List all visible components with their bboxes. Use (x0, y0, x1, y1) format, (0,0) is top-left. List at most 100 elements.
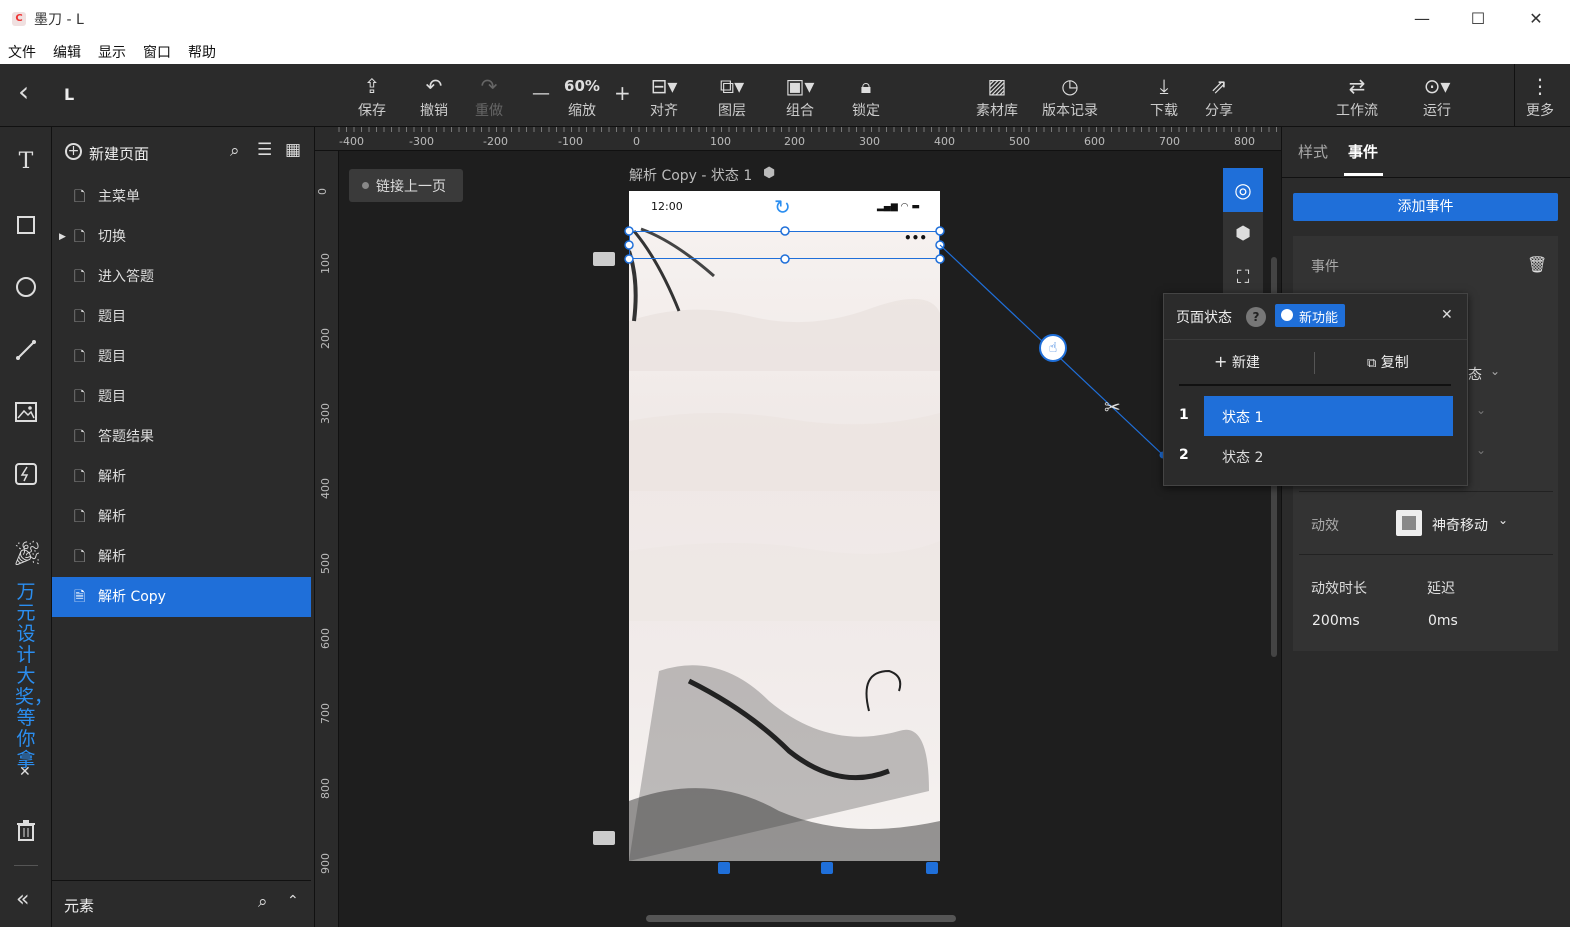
chevron-down-icon[interactable]: ⌄ (1476, 443, 1486, 457)
tab-event[interactable]: 事件 (1348, 141, 1378, 162)
horizontal-scrollbar[interactable] (646, 915, 956, 922)
expand-arrow-icon[interactable]: ▶ (59, 217, 66, 257)
animation-label: 动效 (1311, 518, 1339, 534)
rectangle-tool-icon[interactable] (12, 211, 40, 239)
chevron-down-icon[interactable]: ⌄ (1498, 513, 1508, 527)
page-item-active[interactable]: 🗎︎ 解析 Copy (52, 577, 311, 617)
redo-button[interactable]: ↷ 重做 (469, 64, 509, 127)
image-tool-icon[interactable] (12, 398, 40, 426)
page-state-popup: 页面状态 ? 新功能 ✕ + 新建 ⧉ 复制 1 状态 1 2 状态 2 (1163, 293, 1468, 486)
page-item[interactable]: 🗋︎ 进入答题 (52, 257, 311, 297)
page-icon: 🗋︎ (74, 189, 86, 205)
page-item[interactable]: 🗋︎ 题目 (52, 377, 311, 417)
state-index: 1 (1179, 407, 1189, 423)
undo-button[interactable]: ↶ 撤销 (414, 64, 454, 127)
state-index: 2 (1179, 447, 1189, 463)
duration-label: 动效时长 (1311, 581, 1367, 597)
chevron-up-icon[interactable]: ⌃ (287, 893, 299, 909)
page-icon: 🗋︎ (74, 309, 86, 325)
menu-help[interactable]: 帮助 (188, 42, 216, 62)
help-icon[interactable]: ? (1246, 307, 1266, 327)
text-tool-icon[interactable]: T (12, 148, 40, 176)
search-icon[interactable]: ⌕ (258, 892, 268, 912)
state-select-label[interactable]: 态 (1468, 364, 1482, 384)
zoom-control[interactable]: 60% 缩放 (560, 64, 604, 127)
delete-event-icon[interactable]: 🗑︎ (1527, 255, 1547, 274)
tab-style[interactable]: 样式 (1298, 141, 1328, 162)
chevron-down-icon[interactable]: ⌄ (1490, 364, 1500, 378)
lock-button[interactable]: 🔒︎ 锁定 (846, 64, 886, 127)
menu-bar: 文件 编辑 显示 窗口 帮助 (0, 38, 1570, 64)
run-button[interactable]: ⊙▾ 运行 (1417, 64, 1457, 127)
grid-view-icon[interactable]: ▦ (285, 140, 301, 160)
page-item[interactable]: 🗋︎ 解析 (52, 537, 311, 577)
party-popper-icon[interactable]: 🎉︎ (12, 539, 42, 567)
promo-close-icon[interactable]: ✕ (19, 764, 31, 780)
save-button[interactable]: ⇪ 保存 (352, 64, 392, 127)
animation-select[interactable]: 神奇移动 (1432, 515, 1488, 535)
tap-interaction-icon[interactable]: ☝︎ (1039, 334, 1067, 362)
more-button[interactable]: ⋮ 更多 (1522, 64, 1558, 127)
layers-button[interactable]: ⧉▾ 图层 (711, 64, 753, 127)
minimize-button[interactable]: — (1402, 6, 1442, 32)
group-button[interactable]: ▣▾ 组合 (779, 64, 821, 127)
collapse-panel-button[interactable]: « (16, 887, 29, 912)
history-button[interactable]: ◷ 版本记录 (1039, 64, 1101, 127)
search-icon[interactable]: ⌕ (230, 141, 240, 161)
target-icon[interactable]: ◎ (1223, 168, 1263, 212)
add-event-button[interactable]: 添加事件 (1293, 193, 1558, 221)
line-tool-icon[interactable] (12, 336, 40, 364)
share-button[interactable]: ⇗ 分享 (1201, 64, 1237, 127)
trash-icon[interactable] (12, 816, 40, 844)
delay-input[interactable]: 0ms (1428, 613, 1458, 629)
page-item[interactable]: 🗋︎ 解析 (52, 497, 311, 537)
copy-state-button[interactable]: ⧉ 复制 (1367, 352, 1409, 374)
list-view-icon[interactable]: ☰ (257, 140, 272, 160)
close-window-button[interactable]: ✕ (1516, 6, 1556, 32)
cube-icon[interactable]: ⬢ (1223, 212, 1263, 256)
menu-edit[interactable]: 编辑 (53, 42, 81, 62)
new-page-button[interactable]: 新建页面 (89, 143, 149, 164)
scissors-icon[interactable]: ✂︎ (1104, 395, 1121, 419)
workflow-button[interactable]: ⇄ 工作流 (1333, 64, 1381, 127)
download-button[interactable]: ⤓ 下载 (1146, 64, 1182, 127)
interaction-tool-icon[interactable] (12, 460, 40, 488)
image-library-icon: ▨ (987, 74, 1007, 98)
zoom-out-button[interactable]: — (532, 83, 550, 104)
align-button[interactable]: ⊟▾ 对齐 (643, 64, 685, 127)
new-state-button[interactable]: + 新建 (1214, 352, 1260, 374)
chevron-down-icon[interactable]: ⌄ (1476, 403, 1486, 417)
note-tag-icon[interactable] (593, 831, 615, 845)
page-item[interactable]: 🗋︎ 答题结果 (52, 417, 311, 457)
promo-banner[interactable]: 万元设计大奖，等你拿 (15, 582, 53, 771)
design-canvas[interactable]: -400 -300 -200 -100 0 100 200 300 400 50… (315, 127, 1281, 927)
lightning-icon[interactable] (718, 862, 730, 874)
page-item[interactable]: 🗋︎ 主菜单 (52, 177, 311, 217)
popup-close-icon[interactable]: ✕ (1441, 307, 1453, 323)
tool-column: T 🎉︎ 万元设计大奖，等你拿 ✕ « (0, 127, 53, 927)
state-item[interactable]: 状态 2 (1204, 436, 1453, 476)
app-logo-icon: C (12, 12, 26, 26)
play-icon (1281, 309, 1293, 321)
duration-input[interactable]: 200ms (1312, 613, 1360, 629)
new-feature-badge[interactable]: 新功能 (1275, 304, 1345, 327)
note-tag-icon[interactable] (593, 252, 615, 266)
page-item[interactable]: 🗋︎ 题目 (52, 297, 311, 337)
menu-view[interactable]: 显示 (98, 42, 126, 62)
page-item[interactable]: ▶ 🗋︎ 切换 (52, 217, 311, 257)
ellipse-tool-icon[interactable] (12, 273, 40, 301)
lightning-icon[interactable] (926, 862, 938, 874)
lightning-icon[interactable] (821, 862, 833, 874)
menu-window[interactable]: 窗口 (143, 42, 171, 62)
assets-button[interactable]: ▨ 素材库 (974, 64, 1020, 127)
back-button[interactable]: ‹ (18, 78, 29, 106)
add-page-icon[interactable]: + (65, 143, 82, 160)
menu-file[interactable]: 文件 (8, 42, 36, 62)
delay-label: 延迟 (1427, 581, 1455, 597)
page-item[interactable]: 🗋︎ 题目 (52, 337, 311, 377)
state-item-active[interactable]: 状态 1 (1204, 396, 1453, 436)
page-item[interactable]: 🗋︎ 解析 (52, 457, 311, 497)
page-icon: 🗋︎ (74, 269, 86, 285)
zoom-in-button[interactable]: + (614, 81, 631, 105)
maximize-button[interactable]: ☐ (1458, 6, 1498, 32)
